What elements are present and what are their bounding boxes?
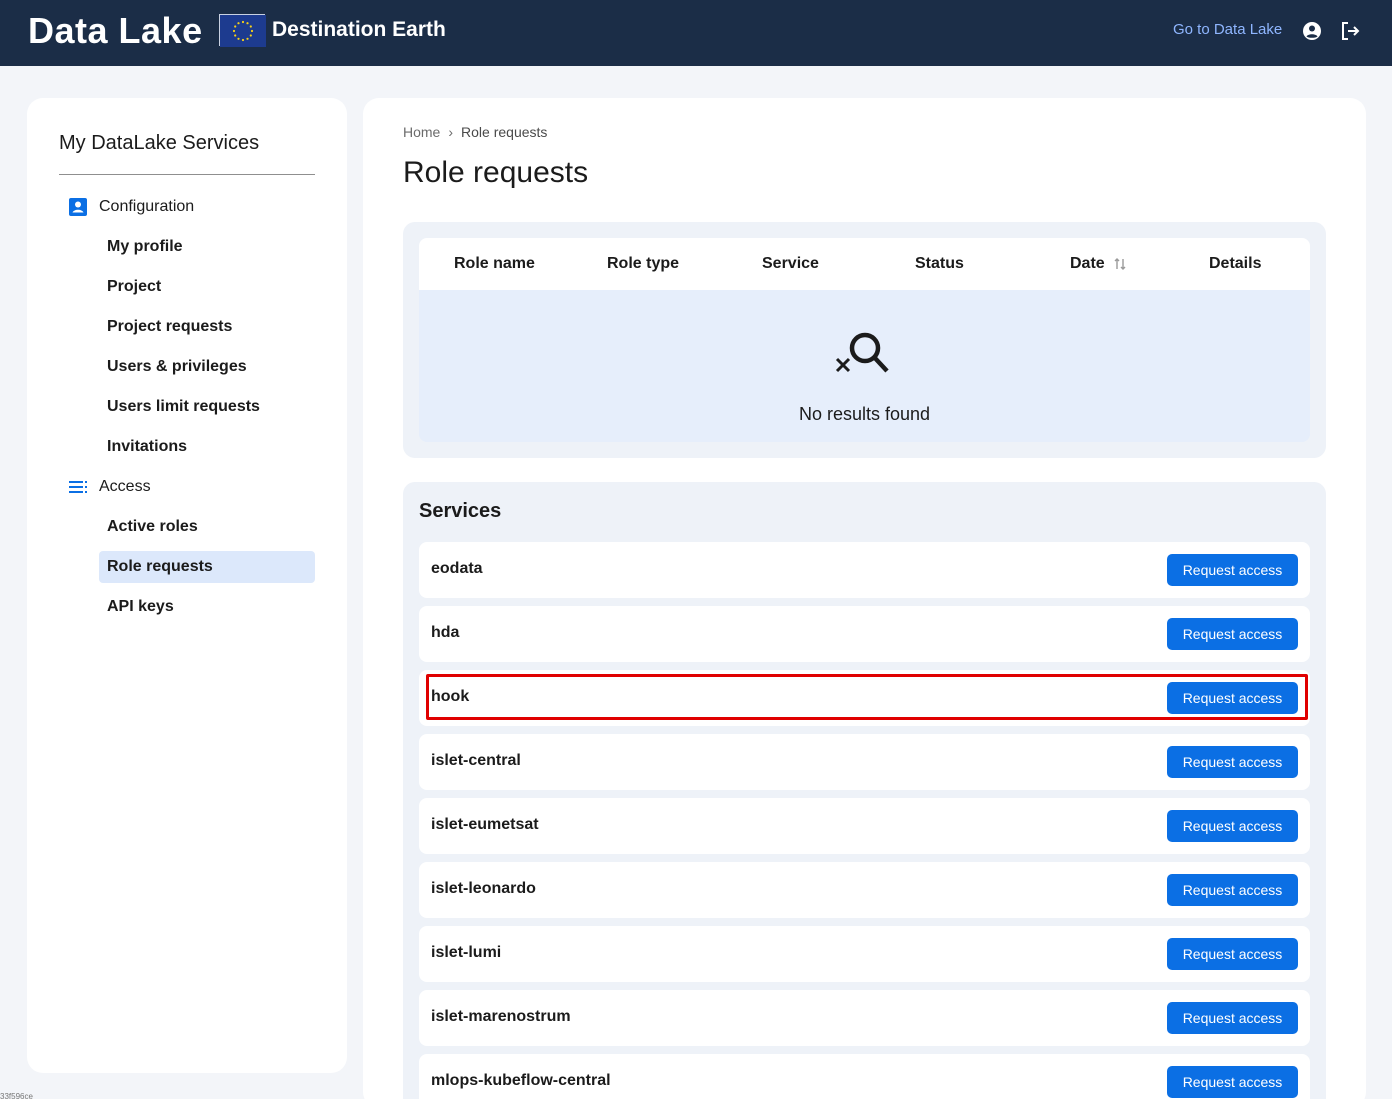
- breadcrumb: Home › Role requests: [403, 124, 547, 140]
- account-box-icon: [67, 196, 89, 218]
- service-name: islet-marenostrum: [431, 1008, 571, 1025]
- brand-title[interactable]: Data Lake: [28, 10, 203, 52]
- service-row-islet-marenostrum: islet-marenostrum Request access: [419, 990, 1310, 1046]
- service-row-islet-leonardo: islet-leonardo Request access: [419, 862, 1310, 918]
- column-header-status[interactable]: Status: [915, 255, 964, 273]
- service-row-islet-central: islet-central Request access: [419, 734, 1310, 790]
- empty-state-text: No results found: [798, 404, 931, 424]
- sidebar-section-access[interactable]: Access: [67, 475, 151, 499]
- service-name: hook: [431, 688, 470, 705]
- logout-icon[interactable]: [1339, 20, 1361, 42]
- service-row-hda: hda Request access: [419, 606, 1310, 662]
- sidebar-item-project[interactable]: Project: [99, 271, 315, 303]
- role-requests-table: Role name Role type Service Status Date …: [403, 222, 1326, 458]
- sidebar-divider: [59, 174, 315, 175]
- request-access-button[interactable]: Request access: [1167, 618, 1298, 650]
- service-name: hda: [431, 624, 460, 641]
- sidebar-item-users-limit-requests[interactable]: Users limit requests: [99, 391, 315, 423]
- request-access-button[interactable]: Request access: [1167, 1066, 1298, 1098]
- sidebar-item-active-roles[interactable]: Active roles: [99, 511, 315, 543]
- service-row-mlops-kubeflow-central: mlops-kubeflow-central Request access: [419, 1054, 1310, 1099]
- list-icon: [67, 476, 89, 498]
- table-empty-state: No results found: [419, 290, 1310, 442]
- service-row-eodata: eodata Request access: [419, 542, 1310, 598]
- column-header-date[interactable]: Date: [1070, 255, 1105, 273]
- sidebar-item-project-requests[interactable]: Project requests: [99, 311, 315, 343]
- page-title: Role requests: [403, 156, 589, 189]
- request-access-button[interactable]: Request access: [1167, 874, 1298, 906]
- sidebar-title: My DataLake Services: [59, 132, 260, 154]
- partner-title: Destination Earth: [272, 18, 446, 41]
- column-header-details[interactable]: Details: [1209, 255, 1261, 273]
- breadcrumb-home[interactable]: Home: [403, 124, 440, 140]
- search-off-icon: [829, 326, 893, 386]
- request-access-button[interactable]: Request access: [1167, 554, 1298, 586]
- sidebar-item-role-requests[interactable]: Role requests: [99, 551, 315, 583]
- service-row-islet-lumi: islet-lumi Request access: [419, 926, 1310, 982]
- column-header-role-name[interactable]: Role name: [454, 255, 535, 273]
- services-title: Services: [419, 500, 502, 522]
- main-content: Home › Role requests Role requests Role …: [363, 98, 1366, 1099]
- service-name: islet-leonardo: [431, 880, 536, 897]
- go-to-data-lake-link[interactable]: Go to Data Lake: [1173, 21, 1282, 38]
- top-header: Data Lake Destination Earth Go to Data L…: [0, 0, 1392, 66]
- sidebar-section-configuration[interactable]: Configuration: [67, 195, 194, 219]
- footer-id-text: 33f596ce: [0, 1092, 33, 1099]
- eu-flag-icon: [219, 14, 266, 47]
- column-header-service[interactable]: Service: [762, 255, 819, 273]
- request-access-button[interactable]: Request access: [1167, 682, 1298, 714]
- sidebar-section-label: Access: [99, 478, 151, 495]
- request-access-button[interactable]: Request access: [1167, 1002, 1298, 1034]
- sidebar-item-my-profile[interactable]: My profile: [99, 231, 315, 263]
- table-header: Role name Role type Service Status Date …: [419, 238, 1310, 290]
- sidebar: My DataLake Services Configuration My pr…: [27, 98, 347, 1073]
- account-circle-icon[interactable]: [1301, 20, 1323, 42]
- chevron-right-icon: ›: [448, 124, 454, 140]
- sidebar-item-invitations[interactable]: Invitations: [99, 431, 315, 463]
- service-name: islet-lumi: [431, 944, 502, 961]
- service-name: mlops-kubeflow-central: [431, 1072, 611, 1089]
- sidebar-section-label: Configuration: [99, 198, 195, 215]
- service-name: islet-eumetsat: [431, 816, 539, 833]
- service-name: eodata: [431, 560, 483, 577]
- service-row-hook: hook Request access: [419, 670, 1310, 726]
- services-card: Services eodata Request access hda Reque…: [403, 482, 1326, 1099]
- service-row-islet-eumetsat: islet-eumetsat Request access: [419, 798, 1310, 854]
- breadcrumb-current: Role requests: [461, 124, 548, 140]
- sidebar-item-api-keys[interactable]: API keys: [99, 591, 315, 623]
- sidebar-item-users-privileges[interactable]: Users & privileges: [99, 351, 315, 383]
- request-access-button[interactable]: Request access: [1167, 938, 1298, 970]
- column-header-role-type[interactable]: Role type: [607, 255, 679, 273]
- service-name: islet-central: [431, 752, 521, 769]
- request-access-button[interactable]: Request access: [1167, 810, 1298, 842]
- request-access-button[interactable]: Request access: [1167, 746, 1298, 778]
- sort-icon[interactable]: [1113, 256, 1127, 272]
